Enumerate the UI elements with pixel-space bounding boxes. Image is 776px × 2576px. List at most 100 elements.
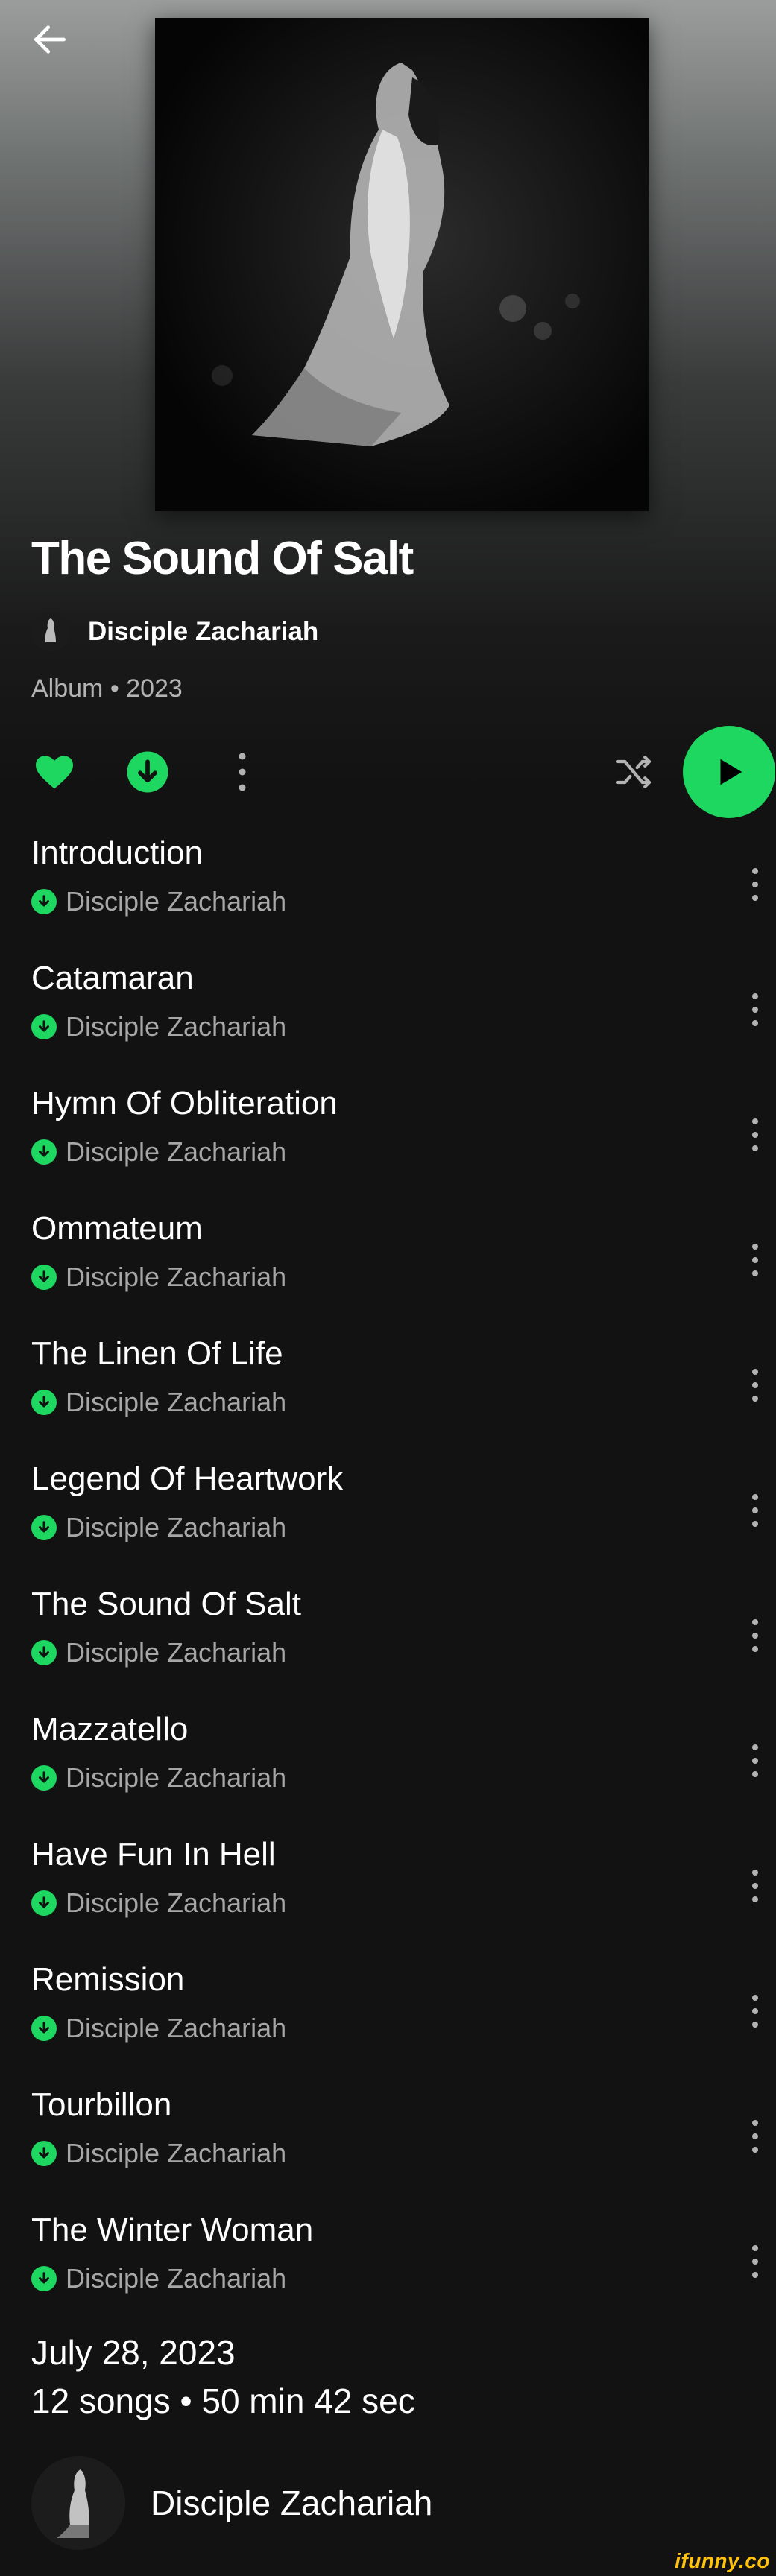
track-row[interactable]: Hymn Of Obliteration Disciple Zachariah [0, 1077, 776, 1203]
play-button[interactable] [683, 726, 775, 818]
track-artist: Disciple Zachariah [66, 1512, 287, 1542]
downloaded-icon [31, 1515, 57, 1540]
track-subtitle: Disciple Zachariah [31, 1512, 286, 1543]
footer-artist-link[interactable]: Disciple Zachariah [31, 2456, 432, 2550]
album-summary: 12 songs • 50 min 42 sec [31, 2382, 415, 2420]
track-more-button[interactable] [736, 1852, 774, 1920]
track-artist: Disciple Zachariah [66, 2263, 287, 2294]
more-vertical-icon [752, 993, 758, 1026]
more-vertical-icon [752, 1494, 758, 1527]
more-vertical-icon [752, 1619, 758, 1652]
track-subtitle: Disciple Zachariah [31, 2138, 286, 2169]
track-title: Remission [31, 1961, 185, 1998]
track-artist: Disciple Zachariah [66, 1136, 287, 1167]
track-title: Ommateum [31, 1210, 203, 1247]
track-more-button[interactable] [736, 1978, 774, 2045]
track-row[interactable]: Tourbillon Disciple Zachariah [0, 2079, 776, 2204]
track-subtitle: Disciple Zachariah [31, 886, 286, 917]
track-row[interactable]: The Linen Of Life Disciple Zachariah [0, 1328, 776, 1453]
more-vertical-icon [752, 1995, 758, 2028]
track-subtitle: Disciple Zachariah [31, 1136, 286, 1168]
track-row[interactable]: Remission Disciple Zachariah [0, 1954, 776, 2079]
downloaded-icon [31, 1265, 57, 1290]
track-title: The Sound Of Salt [31, 1586, 301, 1622]
track-row[interactable]: Catamaran Disciple Zachariah [0, 952, 776, 1077]
track-more-button[interactable] [736, 1101, 774, 1168]
downloaded-icon [31, 2016, 57, 2041]
watermark: ifunny.co [675, 2549, 770, 2572]
track-row[interactable]: Have Fun In Hell Disciple Zachariah [0, 1829, 776, 1954]
track-subtitle: Disciple Zachariah [31, 2263, 286, 2294]
track-more-button[interactable] [736, 2103, 774, 2170]
track-more-button[interactable] [736, 1352, 774, 1419]
track-artist: Disciple Zachariah [66, 2013, 287, 2043]
more-vertical-icon [752, 1870, 758, 1902]
downloaded-icon [31, 2141, 57, 2166]
shuffle-button[interactable] [608, 748, 660, 796]
more-options-button[interactable] [224, 747, 261, 797]
track-subtitle: Disciple Zachariah [31, 2013, 286, 2044]
action-bar [0, 720, 776, 818]
track-title: Hymn Of Obliteration [31, 1085, 338, 1121]
track-row[interactable]: Mazzatello Disciple Zachariah [0, 1703, 776, 1829]
track-more-button[interactable] [736, 1727, 774, 1794]
downloaded-icon [31, 1139, 57, 1165]
back-button[interactable] [24, 13, 76, 66]
track-title: Mazzatello [31, 1711, 189, 1747]
more-vertical-icon [752, 1118, 758, 1151]
track-more-button[interactable] [736, 1477, 774, 1544]
track-subtitle: Disciple Zachariah [31, 1637, 286, 1668]
album-title: The Sound Of Salt [31, 533, 414, 584]
download-icon [127, 751, 168, 793]
downloaded-icon [31, 889, 57, 914]
download-button[interactable] [124, 749, 171, 795]
track-list: Introduction Disciple Zachariah Catamaran D… [0, 827, 776, 2329]
track-subtitle: Disciple Zachariah [31, 1762, 286, 1794]
track-artist: Disciple Zachariah [66, 1011, 287, 1042]
track-row[interactable]: Legend Of Heartwork Disciple Zachariah [0, 1453, 776, 1578]
track-row[interactable]: Introduction Disciple Zachariah [0, 827, 776, 952]
track-artist: Disciple Zachariah [66, 2138, 287, 2168]
artist-name: Disciple Zachariah [88, 617, 319, 646]
track-subtitle: Disciple Zachariah [31, 1887, 286, 1919]
track-more-button[interactable] [736, 1227, 774, 1294]
track-artist: Disciple Zachariah [66, 1762, 287, 1793]
track-row[interactable]: The Sound Of Salt Disciple Zachariah [0, 1578, 776, 1703]
more-vertical-icon [752, 2120, 758, 2153]
track-subtitle: Disciple Zachariah [31, 1262, 286, 1293]
track-more-button[interactable] [736, 976, 774, 1043]
track-artist: Disciple Zachariah [66, 1387, 287, 1417]
track-more-button[interactable] [736, 1602, 774, 1669]
track-subtitle: Disciple Zachariah [31, 1011, 286, 1042]
more-vertical-icon [752, 868, 758, 901]
more-vertical-icon [752, 2245, 758, 2278]
track-more-button[interactable] [736, 2228, 774, 2295]
track-artist: Disciple Zachariah [66, 1262, 287, 1292]
more-vertical-icon [239, 753, 246, 791]
more-vertical-icon [752, 1369, 758, 1402]
album-cover [155, 18, 649, 511]
track-artist: Disciple Zachariah [66, 886, 287, 917]
track-row[interactable]: Ommateum Disciple Zachariah [0, 1203, 776, 1328]
heart-icon [36, 756, 73, 789]
downloaded-icon [31, 1390, 57, 1415]
downloaded-icon [31, 2266, 57, 2291]
track-title: Catamaran [31, 960, 194, 996]
like-button[interactable] [30, 747, 79, 797]
track-more-button[interactable] [736, 851, 774, 918]
play-icon [720, 759, 742, 785]
shuffle-icon [616, 756, 652, 788]
arrow-left-icon [34, 25, 66, 54]
album-meta: Album • 2023 [31, 674, 183, 703]
track-title: The Winter Woman [31, 2212, 314, 2248]
track-row[interactable]: The Winter Woman Disciple Zachariah [0, 2204, 776, 2329]
more-vertical-icon [752, 1744, 758, 1777]
track-artist: Disciple Zachariah [66, 1637, 287, 1668]
release-date: July 28, 2023 [31, 2333, 236, 2372]
track-subtitle: Disciple Zachariah [31, 1387, 286, 1418]
album-artist-link[interactable]: Disciple Zachariah [31, 613, 318, 651]
track-title: Legend Of Heartwork [31, 1461, 344, 1497]
footer-artist-avatar [31, 2456, 125, 2550]
track-title: The Linen Of Life [31, 1335, 283, 1372]
footer-artist-name: Disciple Zachariah [151, 2484, 433, 2522]
